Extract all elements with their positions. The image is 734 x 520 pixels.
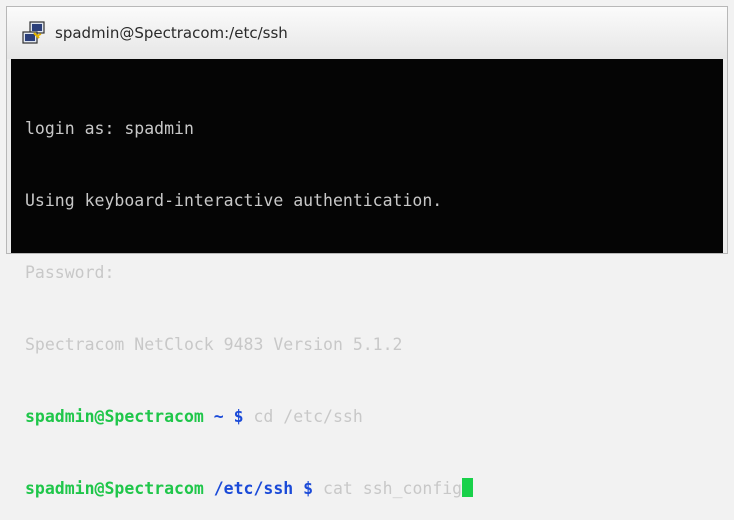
title-bar[interactable]: spadmin@Spectracom:/etc/ssh	[7, 7, 727, 59]
prompt-path: ~	[213, 407, 224, 426]
terminal-line: login as: spadmin	[25, 119, 194, 138]
window-title: spadmin@Spectracom:/etc/ssh	[55, 24, 288, 42]
prompt-command: cd /etc/ssh	[253, 407, 363, 426]
prompt-line: spadmin@Spectracom /etc/ssh $ cat ssh_co…	[25, 477, 723, 501]
prompt-path: /etc/ssh	[213, 479, 294, 498]
terminal-line: Using keyboard-interactive authenticatio…	[25, 191, 443, 210]
terminal-line: Spectracom NetClock 9483 Version 5.1.2	[25, 335, 403, 354]
terminal-output[interactable]: login as: spadmin Using keyboard-interac…	[11, 59, 723, 498]
prompt-line: spadmin@Spectracom ~ $ cd /etc/ssh	[25, 405, 723, 429]
prompt-user: spadmin@Spectracom	[25, 407, 204, 426]
prompt-user: spadmin@Spectracom	[25, 479, 204, 498]
putty-icon	[21, 20, 47, 46]
terminal-line: Password:	[25, 263, 115, 282]
terminal-window[interactable]: spadmin@Spectracom:/etc/ssh login as: sp…	[6, 6, 728, 498]
terminal-cursor	[462, 478, 474, 497]
prompt-command: cat ssh_config	[323, 479, 463, 498]
prompt-symbol: $	[233, 407, 244, 426]
prompt-symbol: $	[303, 479, 314, 498]
